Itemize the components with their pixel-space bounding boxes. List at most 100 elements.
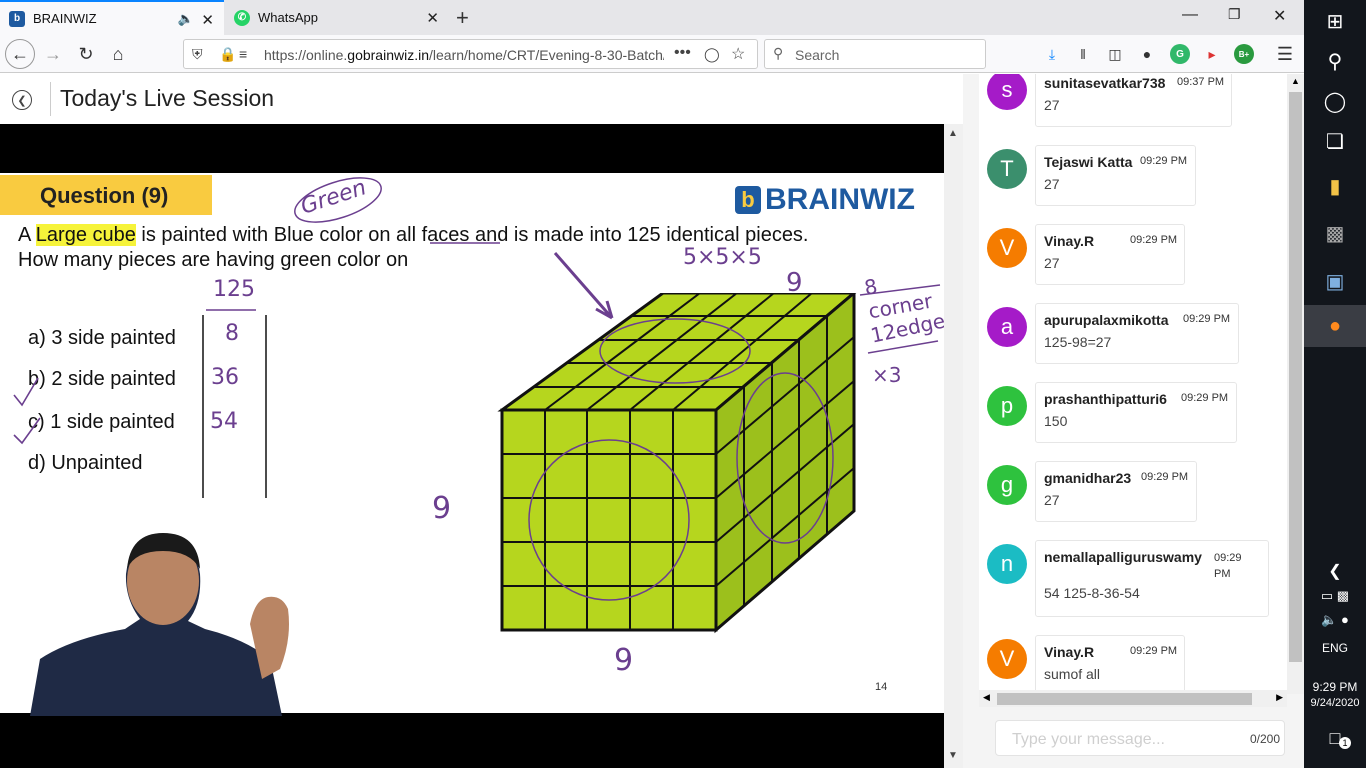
- message-text: 150: [1044, 413, 1068, 429]
- message-bubble: gmanidhar23 09:29 PM 27: [1035, 461, 1197, 522]
- annotation-total: 125: [213, 277, 255, 302]
- chat-horizontal-scrollbar[interactable]: ◀ ▶: [979, 690, 1287, 707]
- avatar: T: [987, 149, 1027, 189]
- chat-vertical-scrollbar[interactable]: ▲: [1287, 74, 1304, 694]
- message-time: 09:29 PM: [1181, 392, 1229, 404]
- presenter-video: [30, 533, 289, 716]
- bookmark-star-icon[interactable]: ☆: [731, 44, 745, 64]
- scroll-up-icon[interactable]: ▲: [1291, 76, 1300, 86]
- message-bubble: apurupalaxmikotta 09:29 PM 125-98=27: [1035, 303, 1239, 364]
- file-explorer-icon[interactable]: ▮: [1304, 165, 1366, 207]
- chat-message-list[interactable]: s sunitasevatkar738 09:37 PM 27 T Tejasw…: [979, 74, 1287, 694]
- message-time: 09:29 PM: [1130, 645, 1178, 657]
- library-icon[interactable]: ‖: [1073, 44, 1093, 64]
- chat-input-placeholder: Type your message...: [1012, 731, 1165, 748]
- page-header: ❮ Today's Live Session: [0, 74, 963, 124]
- scroll-thumb[interactable]: [1289, 92, 1302, 662]
- annotation-dims: 5×5×5: [683, 245, 762, 270]
- message-text: 27: [1044, 492, 1060, 508]
- network-battery-icon[interactable]: ▭ ▩: [1304, 588, 1366, 604]
- message-bubble: sunitasevatkar738 09:37 PM 27: [1035, 74, 1232, 127]
- downloads-icon[interactable]: ⤓: [1042, 44, 1062, 64]
- screen: { "browser": { "tabs": [ {"label": "BRAI…: [0, 0, 1366, 768]
- page-scrollbar[interactable]: ▲ ▼: [944, 124, 963, 768]
- annotation-nine-bottom: 9: [614, 643, 634, 678]
- chevron-up-icon[interactable]: ❮: [1304, 550, 1366, 592]
- message-bubble: Tejaswi Katta 09:29 PM 27: [1035, 145, 1196, 206]
- avatar: V: [987, 228, 1027, 268]
- scroll-thumb[interactable]: [997, 693, 1252, 705]
- message-text: 27: [1044, 255, 1060, 271]
- annotation-answer-a: 8: [225, 321, 239, 346]
- url-bar[interactable]: ⛨ 🔒 ≡ https://online.gobrainwiz.in/learn…: [183, 39, 758, 69]
- volume-icon[interactable]: 🔈 ●: [1304, 612, 1366, 628]
- shield-icon[interactable]: ⛨: [192, 46, 203, 63]
- message-time: 09:37 PM: [1177, 76, 1225, 88]
- annotation-times3: ×3: [872, 363, 902, 387]
- close-window-icon[interactable]: ✕: [1273, 6, 1286, 26]
- minimize-icon[interactable]: —: [1182, 6, 1198, 24]
- message-time: 09:29 PM: [1130, 234, 1178, 246]
- search-icon: ⚲: [773, 45, 784, 61]
- close-tab-icon[interactable]: ✕: [201, 11, 214, 29]
- char-counter: 0/200: [1249, 732, 1280, 746]
- extension-icon[interactable]: B+: [1234, 44, 1254, 64]
- firefox-icon[interactable]: ●: [1304, 305, 1366, 347]
- forward-icon[interactable]: →: [39, 41, 67, 67]
- message-time: 09:29 PM: [1214, 552, 1242, 580]
- speaker-icon[interactable]: 🔈: [178, 11, 194, 27]
- cube-diagram: [497, 293, 857, 634]
- chat-message-input[interactable]: Type your message... 0/200: [995, 720, 1285, 756]
- message-time: 09:29 PM: [1183, 313, 1231, 325]
- home-icon[interactable]: ⌂: [104, 41, 132, 67]
- tab-brainwiz[interactable]: b BRAINWIZ 🔈 ✕: [0, 0, 224, 35]
- nav-bar: ← → ↻ ⌂ ⛨ 🔒 ≡ https://online.gobrainwiz.…: [0, 35, 1304, 73]
- windows-start-icon[interactable]: ⊞: [1304, 0, 1366, 42]
- url-text[interactable]: https://online.gobrainwiz.in/learn/home/…: [264, 47, 664, 63]
- scroll-right-icon[interactable]: ▶: [1276, 692, 1283, 703]
- page-number: 14: [875, 681, 888, 693]
- language-indicator[interactable]: ENG: [1304, 641, 1366, 655]
- sidebar-icon[interactable]: ◫: [1105, 44, 1125, 64]
- page-actions-icon[interactable]: •••: [674, 44, 691, 62]
- scroll-down-icon[interactable]: ▼: [948, 750, 958, 761]
- menu-icon[interactable]: ☰: [1275, 44, 1295, 64]
- grammarly-icon[interactable]: G: [1170, 44, 1190, 64]
- annotation-nine-left: 9: [432, 491, 452, 526]
- message-bubble: nemallapalliguruswamy 09:29 PM 54 125-8-…: [1035, 540, 1269, 617]
- message-bubble: Vinay.R 09:29 PM 27: [1035, 224, 1185, 285]
- annotation-answer-c: 54: [210, 409, 238, 434]
- chat-panel: s sunitasevatkar738 09:37 PM 27 T Tejasw…: [963, 74, 1304, 768]
- page-title: Today's Live Session: [60, 85, 275, 111]
- divider: [50, 82, 51, 116]
- avatar: V: [987, 639, 1027, 679]
- close-tab-icon[interactable]: ✕: [426, 9, 439, 27]
- tab-whatsapp[interactable]: ✆ WhatsApp ✕: [225, 0, 449, 35]
- search-input[interactable]: ⚲ Search: [764, 39, 986, 69]
- scroll-left-icon[interactable]: ◀: [983, 692, 990, 703]
- clock-time[interactable]: 9:29 PM: [1304, 680, 1366, 694]
- tab-bar: b BRAINWIZ 🔈 ✕ ✆ WhatsApp ✕ + — ❐ ✕: [0, 0, 1304, 35]
- windows-taskbar: ⊞ ⚲ ◯ ❏ ▮ ▩ ▣ ● ❮ ▭ ▩ 🔈 ● ENG 9:29 PM 9/…: [1304, 0, 1366, 768]
- cortana-icon[interactable]: ◯: [1304, 80, 1366, 122]
- annotation-answer-b: 36: [211, 365, 239, 390]
- pocket-icon[interactable]: ◯: [704, 46, 720, 63]
- lock-icon[interactable]: 🔒: [219, 46, 236, 63]
- usb-drive-icon[interactable]: ▩: [1304, 212, 1366, 254]
- search-icon[interactable]: ⚲: [1304, 40, 1366, 82]
- live-video[interactable]: Question (9) b BRAINWIZ A Large cube is …: [0, 124, 944, 768]
- message-text: 125-98=27: [1044, 334, 1112, 350]
- back-icon[interactable]: ←: [5, 39, 35, 69]
- notifications-icon[interactable]: □ 1: [1304, 728, 1366, 749]
- clock-date[interactable]: 9/24/2020: [1304, 697, 1366, 709]
- reload-icon[interactable]: ↻: [72, 41, 100, 67]
- scroll-up-icon[interactable]: ▲: [948, 128, 958, 139]
- new-tab-icon[interactable]: +: [456, 5, 469, 31]
- task-view-icon[interactable]: ❏: [1304, 120, 1366, 162]
- account-icon[interactable]: ●: [1137, 44, 1157, 64]
- restore-icon[interactable]: ❐: [1228, 6, 1241, 23]
- megaphone-icon[interactable]: ▸: [1202, 44, 1222, 64]
- permissions-icon[interactable]: ≡: [239, 46, 247, 62]
- camera-icon[interactable]: ▣: [1304, 260, 1366, 302]
- back-arrow-icon[interactable]: ❮: [12, 90, 32, 110]
